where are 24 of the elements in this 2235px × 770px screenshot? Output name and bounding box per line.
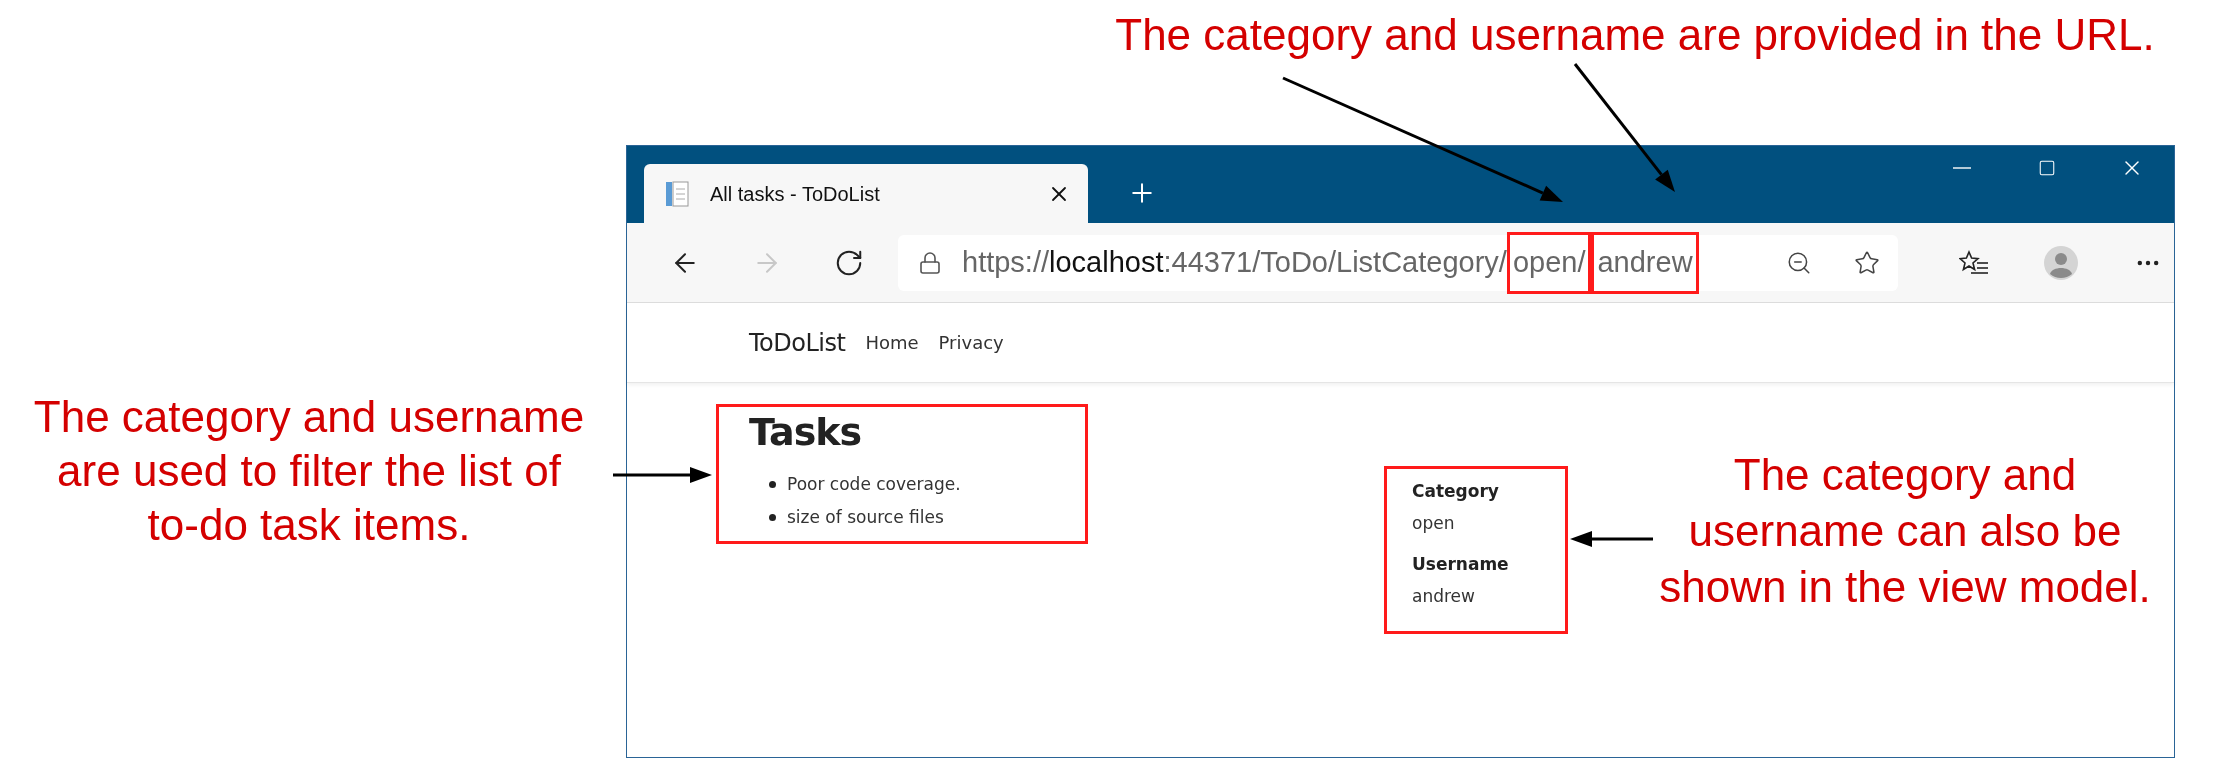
detail-value: open: [1412, 512, 1456, 535]
nav-link[interactable]: Home: [865, 329, 919, 356]
star-icon[interactable]: [1854, 249, 1880, 276]
page-icon: [664, 179, 690, 208]
favorites-icon[interactable]: [1959, 249, 1989, 276]
annotation-text: The category and username are provided in the URL.: [1114, 9, 2156, 61]
minimize-icon: [1952, 167, 1971, 169]
tab-title: All tasks - ToDoList: [710, 181, 881, 207]
task-item: size of source files: [749, 501, 1085, 534]
maximize-icon: [2037, 159, 2056, 177]
annotation-text: The category and username can also be shown in the view model.: [1658, 449, 2152, 613]
nav-link[interactable]: Privacy: [938, 329, 1004, 356]
detail-value: andrew: [1412, 585, 1476, 608]
page-heading: Tasks: [749, 409, 863, 456]
avatar-icon[interactable]: [2044, 245, 2078, 280]
annotation-text: The category and username are used to filter the list of to-do task items.: [32, 391, 586, 551]
address-field[interactable]: https://localhost:44371/ToDo/ListCategory/ open/ andrew: [898, 234, 1898, 291]
site-brand[interactable]: ToDoList: [749, 324, 846, 361]
detail-label: Username: [1412, 553, 1510, 576]
lock-icon: [918, 250, 942, 275]
detail-label: Category: [1412, 480, 1500, 503]
task-item: Poor code coverage.: [749, 468, 1085, 501]
url-text: https://localhost:44371/ToDo/ListCategory/ open/ andrew: [962, 231, 1699, 294]
browser-tab[interactable]: All tasks - ToDoList: [644, 164, 1088, 223]
